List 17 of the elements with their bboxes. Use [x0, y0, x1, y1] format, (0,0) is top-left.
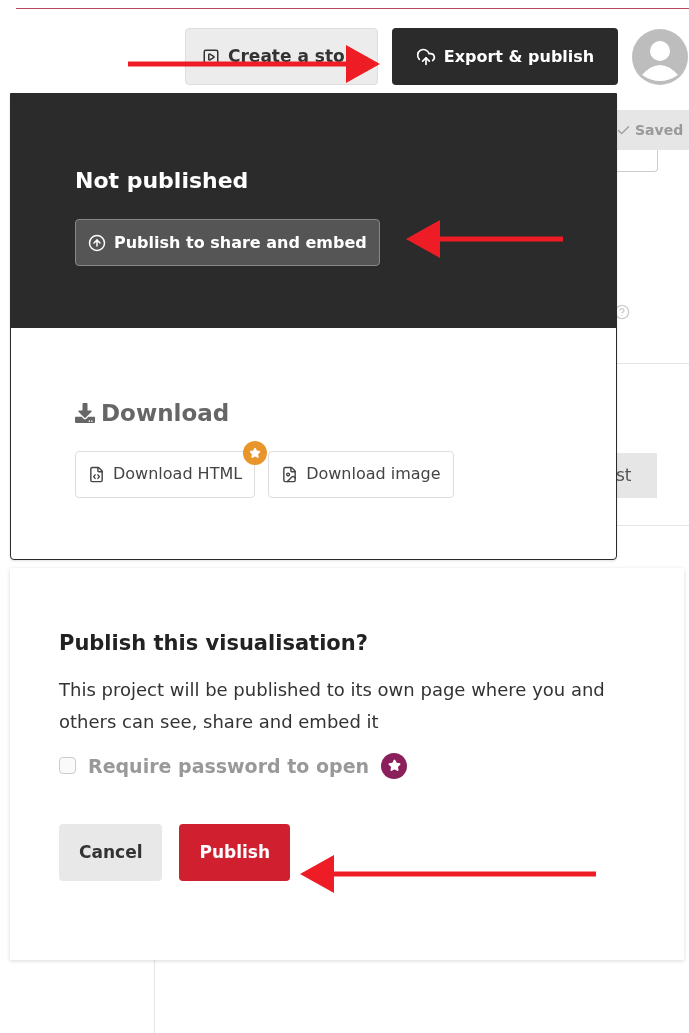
- dialog-message: This project will be published to its own page where you and others can see, share and embed it: [59, 677, 606, 734]
- publish-share-button[interactable]: Publish to share and embed: [75, 219, 380, 266]
- cancel-button[interactable]: Cancel: [59, 824, 163, 881]
- cloud-upload-icon: [415, 46, 436, 67]
- download-heading: Download: [101, 399, 230, 428]
- publish-button[interactable]: Publish: [179, 824, 291, 881]
- code-file-icon: [88, 465, 105, 483]
- download-icon: [75, 403, 95, 424]
- upload-circle-icon: [88, 233, 106, 252]
- download-button[interactable]: Download image: [268, 450, 454, 498]
- help-icon: [614, 304, 630, 320]
- status-title: Not published: [75, 167, 250, 195]
- password-option-label: Require password to open: [88, 753, 370, 779]
- export-publish-button[interactable]: Export & publish: [392, 28, 618, 85]
- image-file-icon: [281, 465, 299, 483]
- dialog-title: Publish this visualisation?: [59, 630, 369, 657]
- download-button[interactable]: Download HTML: [75, 450, 256, 498]
